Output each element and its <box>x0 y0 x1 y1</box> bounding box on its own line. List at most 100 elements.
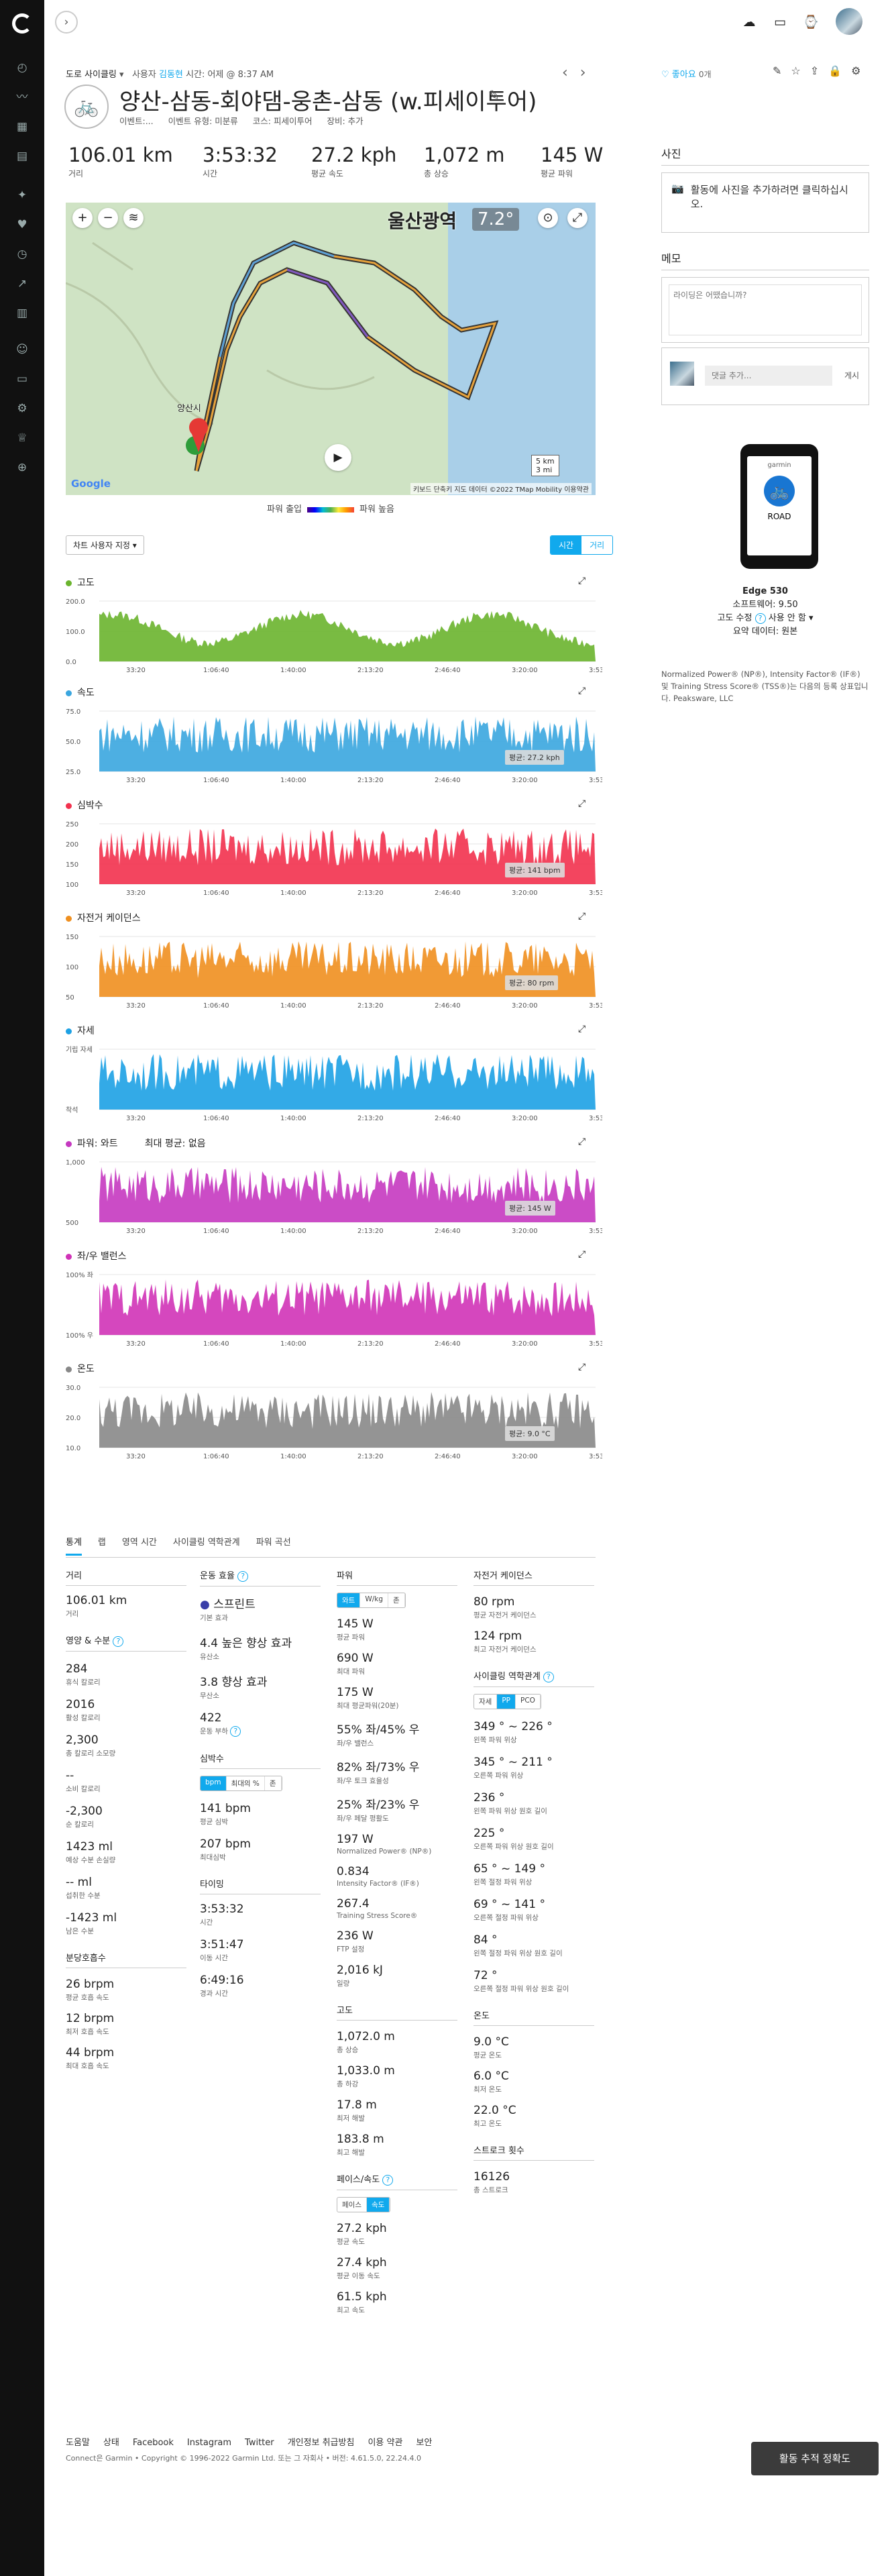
gear-icon[interactable]: ⚙ <box>15 401 30 416</box>
reports-icon[interactable]: ▤ <box>15 149 30 164</box>
course-dropdown[interactable]: 코스: 피세이투어 <box>253 116 313 126</box>
tab-stats[interactable]: 통계 <box>66 1535 82 1556</box>
toggle-option[interactable]: 자세 <box>474 1694 498 1709</box>
toggle-option[interactable]: W/kg <box>360 1593 388 1607</box>
map-info-button[interactable]: ⊙ <box>538 208 558 228</box>
toggle-option[interactable]: 와트 <box>337 1593 361 1607</box>
expand-chart-icon[interactable]: ⤢ <box>578 576 586 586</box>
play-route-button[interactable]: ▶ <box>325 444 351 471</box>
toggle-option[interactable]: PCO <box>516 1694 541 1709</box>
gear-link[interactable]: 장비: 추가 <box>327 116 363 126</box>
toggle-option[interactable]: bpm <box>201 1776 227 1790</box>
pace-speed-toggle[interactable]: 페이스 속도 <box>337 2196 391 2212</box>
expand-sidebar-button[interactable]: › <box>55 11 78 34</box>
toggle-distance[interactable]: 거리 <box>581 536 612 554</box>
expand-chart-icon[interactable]: ⤢ <box>578 1136 586 1147</box>
lock-icon[interactable]: 🔒 <box>828 64 851 77</box>
activity-chart[interactable]: 100% 좌 100% 우 33:20 1:06:40 1:40:00 2:13:20 2:… <box>66 1268 615 1348</box>
footer-link[interactable]: 상태 <box>103 2438 119 2448</box>
comment-input[interactable] <box>705 366 832 386</box>
activity-chart[interactable]: 250 200 150 100 33:20 1:06:40 1:40:00 2:13:20 2:… <box>66 817 615 898</box>
fullscreen-icon[interactable]: ⤢ <box>567 208 588 228</box>
activity-chart[interactable]: 기립 자세 착석 33:20 1:06:40 1:40:00 2:13:20 2:46:40… <box>66 1042 615 1123</box>
calendar-icon[interactable]: ▦ <box>15 119 30 134</box>
groups-icon[interactable]: ▭ <box>15 372 30 386</box>
expand-chart-icon[interactable]: ⤢ <box>578 1249 586 1260</box>
activities-icon[interactable]: 〰 <box>15 90 30 105</box>
dashboard-icon[interactable]: ◴ <box>15 60 30 75</box>
chart-customize-dropdown[interactable]: 차트 사용자 지정 ▾ <box>66 535 144 555</box>
tab-dynamics[interactable]: 사이클링 역학관계 <box>173 1535 240 1554</box>
activity-type[interactable]: 도로 사이클링 <box>66 70 117 80</box>
help-icon[interactable]: ? <box>230 1725 241 1737</box>
max-avg-dropdown[interactable]: 최대 평균: 없음 <box>145 1138 206 1149</box>
footer-link[interactable]: 보안 <box>416 2438 432 2448</box>
toggle-option[interactable]: 속도 <box>366 2197 390 2212</box>
footer-link[interactable]: Instagram <box>187 2438 231 2448</box>
zoom-in-button[interactable]: + <box>72 208 93 228</box>
expand-chart-icon[interactable]: ⤢ <box>578 686 586 696</box>
dynamics-toggle[interactable]: 자세 PP PCO <box>473 1693 541 1709</box>
toggle-option[interactable]: 페이스 <box>337 2197 367 2212</box>
activity-chart[interactable]: 200.0 100.0 0.0 33:20 1:06:40 1:40:00 2:13:20 2… <box>66 594 615 675</box>
star-icon[interactable]: ☆ <box>791 64 810 77</box>
activity-chart[interactable]: 30.0 20.0 10.0 33:20 1:06:40 1:40:00 2:13:20 2:… <box>66 1381 615 1461</box>
performance-icon[interactable]: ↗ <box>15 276 30 291</box>
footer-link[interactable]: 도움말 <box>66 2438 90 2448</box>
edit-title-icon[interactable]: ✎ <box>488 87 500 103</box>
like-button[interactable]: ♡ 좋아요 0개 <box>661 67 712 80</box>
notes-input[interactable] <box>669 284 862 335</box>
expand-chart-icon[interactable]: ⤢ <box>578 1362 586 1373</box>
share-icon[interactable]: ⇪ <box>810 64 828 77</box>
activity-navigation[interactable]: ‹› <box>562 64 598 81</box>
route-map[interactable]: + − ≋ 울산광역 7.2° ⊙ ⤢ 양산시 ▶ 5 km 3 mi Googl… <box>66 203 596 495</box>
footer-link[interactable]: Twitter <box>245 2438 274 2448</box>
help-icon[interactable]: ? <box>113 1635 124 1647</box>
event-type-dropdown[interactable]: 이벤트 유형: 미분류 <box>168 116 238 126</box>
trophy-icon[interactable]: ♕ <box>15 431 30 445</box>
post-comment-button[interactable]: 게시 <box>844 370 859 381</box>
footer-link[interactable]: Facebook <box>133 2438 174 2448</box>
stats-icon[interactable]: ▥ <box>15 306 30 321</box>
edit-icon[interactable]: ✎ <box>773 64 791 77</box>
expand-chart-icon[interactable]: ⤢ <box>578 798 586 809</box>
help-icon[interactable]: ? <box>755 612 766 624</box>
expand-chart-icon[interactable]: ⤢ <box>578 1024 586 1034</box>
user-link[interactable]: 김동현 <box>159 70 183 80</box>
footer-link[interactable]: 이용 약관 <box>368 2438 402 2448</box>
training-icon[interactable]: ✦ <box>15 188 30 203</box>
toggle-option[interactable]: 존 <box>265 1776 282 1790</box>
time-distance-toggle[interactable]: 시간 거리 <box>550 535 614 555</box>
footer-link[interactable]: 개인정보 취급방침 <box>288 2438 355 2448</box>
settings-icon[interactable]: ⚙ <box>851 64 870 77</box>
activity-chart[interactable]: 1,000 500 33:20 1:06:40 1:40:00 2:13:20 2:46:4… <box>66 1155 615 1236</box>
toggle-option[interactable]: 최대의 % <box>227 1776 265 1790</box>
event-dropdown[interactable]: 이벤트:... <box>119 116 154 126</box>
connections-icon[interactable]: ☺ <box>15 342 30 357</box>
track-accuracy-button[interactable]: 활동 추적 정확도 <box>751 2442 879 2475</box>
add-icon[interactable]: ⊕ <box>15 460 30 475</box>
health-icon[interactable]: ♥ <box>15 217 30 232</box>
inbox-icon[interactable]: ▭ <box>771 13 789 31</box>
help-icon[interactable]: ? <box>382 2174 394 2186</box>
tab-zones[interactable]: 영역 시간 <box>122 1535 157 1554</box>
tab-power-curve[interactable]: 파워 곡선 <box>256 1535 291 1554</box>
activity-chart[interactable]: 75.0 50.0 25.0 33:20 1:06:40 1:40:00 2:13:20 2:… <box>66 704 615 785</box>
toggle-option[interactable]: 존 <box>388 1593 405 1607</box>
user-avatar[interactable] <box>836 8 862 35</box>
activity-chart[interactable]: 150 100 50 33:20 1:06:40 1:40:00 2:13:20 2:46:4… <box>66 930 615 1010</box>
zoom-out-button[interactable]: − <box>98 208 118 228</box>
hr-unit-toggle[interactable]: bpm 최대의 % 존 <box>200 1775 282 1791</box>
stopwatch-icon[interactable]: ◷ <box>15 247 30 262</box>
toggle-time[interactable]: 시간 <box>551 536 582 554</box>
help-icon[interactable]: ? <box>543 1671 554 1682</box>
add-photo-button[interactable]: 📷 활동에 사진을 추가하려면 클릭하십시오. <box>661 172 869 233</box>
page-title[interactable]: 양산-삼동-회야댐-웅촌-삼동 (w.피세이투어) <box>119 83 537 116</box>
toggle-option[interactable]: PP <box>497 1694 516 1709</box>
elevation-correction-dropdown[interactable]: 사용 안 함 <box>769 613 806 623</box>
watch-icon[interactable]: ⌚ <box>802 13 820 31</box>
layers-icon[interactable]: ≋ <box>123 208 144 228</box>
expand-chart-icon[interactable]: ⤢ <box>578 911 586 922</box>
tab-laps[interactable]: 랩 <box>98 1535 106 1554</box>
upload-icon[interactable]: ☁ <box>740 13 758 31</box>
